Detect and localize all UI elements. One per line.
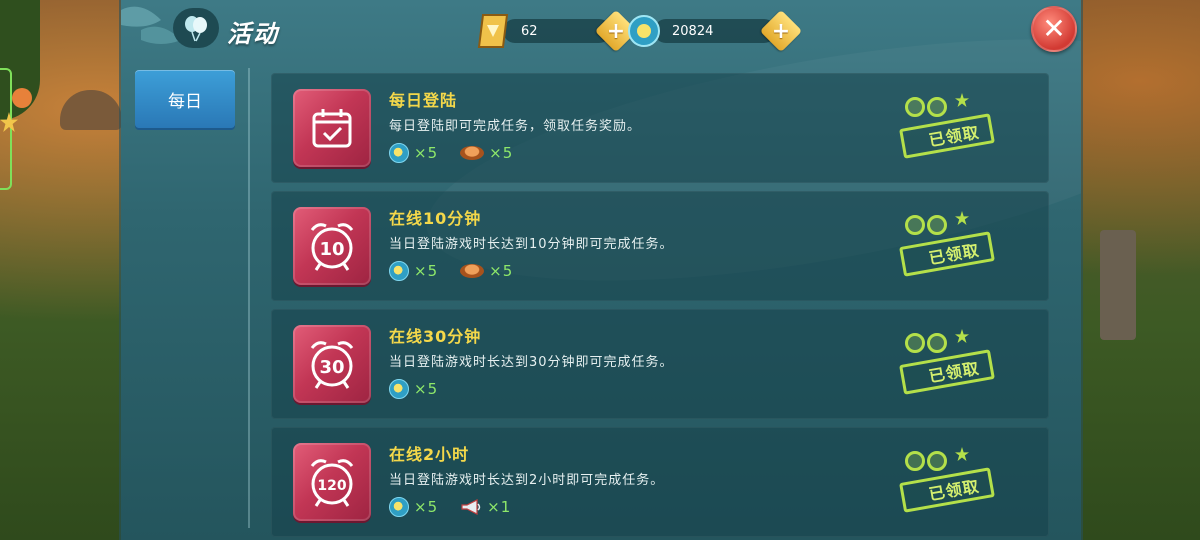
reward-item: ×5 [389, 143, 438, 163]
rock [60, 90, 122, 130]
reward-list: ×5 ×1 [389, 497, 511, 517]
claimed-stamp: 已领取 [887, 445, 1017, 519]
clock-label: 120 [317, 478, 346, 494]
page-title: 活动 [227, 20, 279, 48]
claimed-stamp: 已领取 [887, 327, 1017, 401]
sidebar: 每日 [135, 70, 235, 128]
task-description: 当日登陆游戏时长达到2小时即可完成任务。 [389, 473, 665, 488]
task-title: 在线30分钟 [389, 327, 482, 346]
add-coin-button[interactable]: + [759, 9, 803, 53]
meat-icon [460, 146, 485, 160]
reward-item: ×5 [460, 262, 513, 280]
sun-coin-icon [389, 143, 409, 163]
task-icon: 120 [293, 443, 371, 521]
stamp-star-icon [955, 93, 969, 107]
meat-icon [460, 264, 485, 278]
task-title: 在线2小时 [389, 445, 470, 464]
ruin-pillar [1100, 230, 1136, 340]
task-icon: 10 [293, 207, 371, 285]
clock-label: 30 [319, 357, 344, 378]
stamp-eyes-icon [905, 451, 947, 471]
close-icon: ✕ [1042, 12, 1066, 45]
task-description: 当日登陆游戏时长达到30分钟即可完成任务。 [389, 355, 674, 370]
task-item: 10 在线10分钟 当日登陆游戏时长达到10分钟即可完成任务。 ×5 ×5 已领… [271, 191, 1049, 301]
claimed-stamp: 已领取 [887, 209, 1017, 283]
close-button[interactable]: ✕ [1031, 6, 1077, 52]
task-description: 当日登陆游戏时长达到10分钟即可完成任务。 [389, 237, 674, 252]
coin-count: 20824 [654, 19, 776, 43]
reward-qty: ×5 [414, 144, 439, 162]
reward-qty: ×5 [414, 262, 439, 280]
reward-list: ×5 ×5 [389, 261, 513, 281]
reward-item: ×5 [389, 261, 438, 281]
task-item: 每日登陆 每日登陆即可完成任务，领取任务奖励。 ×5 ×5 已领取 [271, 73, 1049, 183]
alarm-clock-icon: 30 [310, 341, 354, 389]
clock-label: 10 [319, 239, 344, 260]
stamp-eyes-icon [905, 97, 947, 117]
horn-icon [461, 499, 481, 515]
gem-count: 62 [503, 19, 611, 43]
claimed-stamp: 已领取 [887, 91, 1017, 165]
tab-daily[interactable]: 每日 [135, 70, 235, 128]
reward-qty: ×5 [414, 498, 439, 516]
claimed-label: 已领取 [899, 231, 995, 277]
divider [248, 68, 250, 528]
alarm-clock-icon: 120 [310, 459, 354, 507]
task-icon [293, 89, 371, 167]
stamp-eyes-icon [905, 215, 947, 235]
task-icon: 30 [293, 325, 371, 403]
panel-header: 活动 62 + 20824 + ✕ [121, 0, 1081, 58]
calendar-check-icon [312, 109, 352, 148]
task-list: 每日登陆 每日登陆即可完成任务，领取任务奖励。 ×5 ×5 已领取 10 在线1… [271, 73, 1049, 540]
stamp-eyes-icon [905, 333, 947, 353]
claimed-label: 已领取 [899, 349, 995, 395]
stamp-star-icon [955, 211, 969, 225]
task-title: 每日登陆 [389, 91, 458, 110]
reward-qty: ×5 [489, 262, 514, 280]
reward-qty: ×5 [489, 144, 514, 162]
reward-list: ×5 ×5 [389, 143, 513, 163]
reward-item: ×5 [460, 144, 513, 162]
task-item: 30 在线30分钟 当日登陆游戏时长达到30分钟即可完成任务。 ×5 已领取 [271, 309, 1049, 419]
side-orange-icon [12, 88, 32, 108]
task-item: 120 在线2小时 当日登陆游戏时长达到2小时即可完成任务。 ×5 ×1 已领取 [271, 427, 1049, 537]
coin-currency: 20824 + [626, 9, 803, 53]
sun-coin-icon [389, 379, 409, 399]
stamp-star-icon [955, 329, 969, 343]
reward-qty: ×5 [414, 380, 439, 398]
gem-currency: 62 + [473, 9, 638, 53]
stamp-star-icon [955, 447, 969, 461]
task-title: 在线10分钟 [389, 209, 482, 228]
reward-list: ×5 [389, 379, 438, 399]
reward-item: ×5 [389, 379, 438, 399]
reward-item: ×1 [460, 498, 511, 516]
task-description: 每日登陆即可完成任务，领取任务奖励。 [389, 119, 642, 134]
gem-card-icon [477, 14, 509, 48]
sun-coin-icon [389, 261, 409, 281]
activity-panel: 活动 62 + 20824 + ✕ 每日 每日登陆 每日登陆即可完成任务，领取任… [121, 0, 1081, 540]
sun-coin-icon [628, 15, 660, 47]
balloon-icon [173, 8, 219, 48]
alarm-clock-icon: 10 [310, 223, 354, 271]
claimed-label: 已领取 [899, 467, 995, 513]
sun-coin-icon [389, 497, 409, 517]
reward-item: ×5 [389, 497, 438, 517]
claimed-label: 已领取 [899, 113, 995, 159]
reward-qty: ×1 [487, 498, 512, 516]
